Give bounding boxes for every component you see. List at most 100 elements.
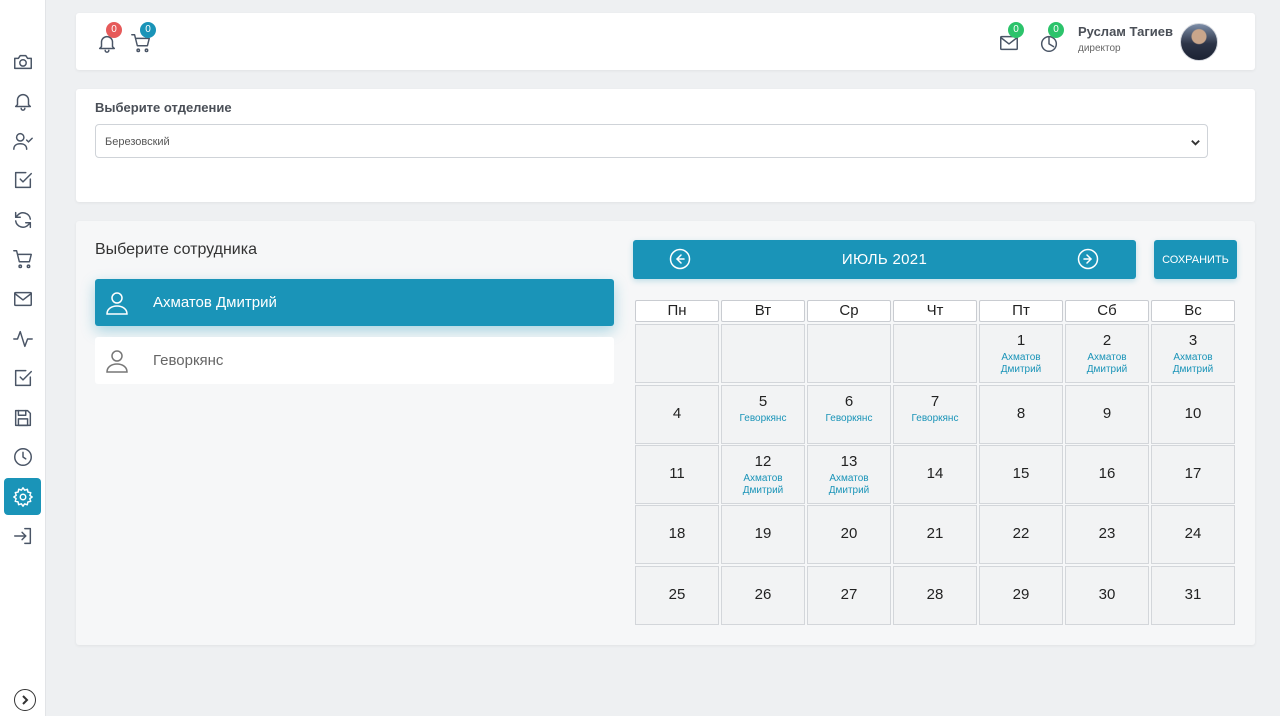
arrow-right-circle-icon [1077,248,1099,270]
employee-item[interactable]: Ахматов Дмитрий [95,279,614,326]
employee-name: Геворкянс [153,352,224,369]
cart-button[interactable]: 0 [130,22,156,54]
day-assignee: Геворкянс [739,413,787,424]
calendar-day-cell[interactable]: 17 [1151,445,1235,504]
sidebar-item-save[interactable] [4,399,41,436]
save-button[interactable]: СОХРАНИТЬ [1154,240,1237,279]
calendar-day-cell[interactable]: 1 Ахматов Дмитрий [979,324,1063,383]
day-number: 28 [926,586,944,603]
checkbox-icon [14,369,32,386]
sidebar-item-tasks[interactable] [4,161,41,198]
messages-button[interactable]: 0 [998,22,1024,54]
day-assignee: Геворкянс [825,413,873,424]
calendar-day-cell[interactable]: 27 [807,566,891,625]
avatar[interactable] [1180,23,1218,61]
day-number: 8 [1016,405,1026,422]
calendar-day-cell[interactable]: 6 Геворкянс [807,385,891,444]
sidebar-item-users[interactable] [4,122,41,159]
day-assignee: Ахматов Дмитрий [828,473,870,496]
chevron-right-icon [22,695,29,705]
user-role: директор [1078,43,1121,54]
employee-section-title: Выберите сотрудника [95,241,257,258]
calendar-day-cell[interactable]: 8 [979,385,1063,444]
calendar-day-cell[interactable]: 3 Ахматов Дмитрий [1151,324,1235,383]
calendar-day-cell[interactable]: 16 [1065,445,1149,504]
checkbox-icon [14,171,32,188]
day-number: 21 [926,525,944,542]
calendar-day-cell[interactable]: 28 [893,566,977,625]
cart-icon [12,249,32,268]
sidebar-item-settings[interactable] [4,478,41,515]
calendar-day-cell[interactable]: 22 [979,505,1063,564]
sidebar-item-history[interactable] [4,438,41,475]
day-number: 31 [1184,586,1202,603]
calendar-day-cell[interactable]: 29 [979,566,1063,625]
notifications-button[interactable]: 0 [96,22,122,54]
calendar-day-cell[interactable]: 26 [721,566,805,625]
calendar-day-cell[interactable]: 23 [1065,505,1149,564]
clock-icon [13,447,32,466]
day-number: 6 [844,393,854,410]
day-number: 30 [1098,586,1116,603]
timer-button[interactable]: 0 [1038,22,1064,54]
sidebar-item-checklist[interactable] [4,359,41,396]
calendar-day-cell[interactable]: 14 [893,445,977,504]
day-number: 1 [1016,332,1026,349]
day-number: 23 [1098,525,1116,542]
refresh-icon [14,211,31,228]
save-icon [14,409,31,426]
calendar-day-cell[interactable]: 25 [635,566,719,625]
day-number: 10 [1184,405,1202,422]
calendar-day-cell[interactable]: 15 [979,445,1063,504]
day-assignee: Ахматов Дмитрий [1000,352,1042,375]
department-select[interactable]: Березовский [95,124,1208,158]
weekday-header: Сб [1065,300,1149,322]
calendar-day-cell[interactable]: 21 [893,505,977,564]
calendar-day-cell[interactable]: 12 Ахматов Дмитрий [721,445,805,504]
timer-badge: 0 [1048,22,1064,38]
calendar-day-cell[interactable]: 24 [1151,505,1235,564]
calendar-day-cell[interactable]: 30 [1065,566,1149,625]
day-number: 12 [754,453,772,470]
sidebar-item-logout[interactable] [4,517,41,554]
sidebar-item-sync[interactable] [4,201,41,238]
messages-badge: 0 [1008,22,1024,38]
calendar-day-cell[interactable]: 7 Геворкянс [893,385,977,444]
calendar-day-cell[interactable]: 9 [1065,385,1149,444]
day-number: 16 [1098,465,1116,482]
sidebar-item-mail[interactable] [4,280,41,317]
calendar-day-cell[interactable]: 18 [635,505,719,564]
mail-icon [13,291,32,306]
calendar-day-cell[interactable]: 5 Геворкянс [721,385,805,444]
day-assignee: Ахматов Дмитрий [742,473,784,496]
department-selected-value: Березовский [105,136,170,148]
day-number: 7 [930,393,940,410]
calendar-day-cell[interactable]: 11 [635,445,719,504]
sidebar-item-camera[interactable] [4,43,41,80]
day-number: 27 [840,586,858,603]
sidebar-expand-button[interactable] [14,689,36,711]
chevron-down-icon [1191,140,1200,146]
sidebar-item-cart[interactable] [4,240,41,277]
gear-icon [12,486,33,507]
calendar-day-cell[interactable]: 19 [721,505,805,564]
employee-item[interactable]: Геворкянс [95,337,614,384]
calendar-day-cell[interactable]: 10 [1151,385,1235,444]
day-number: 15 [1012,465,1030,482]
sidebar-item-notifications[interactable] [4,82,41,119]
department-label: Выберите отделение [95,100,232,115]
next-month-button[interactable] [1077,248,1099,270]
month-navigation: ИЮЛЬ 2021 [633,240,1136,279]
user-icon [103,347,131,375]
sidebar-item-activity[interactable] [4,320,41,357]
user-name[interactable]: Руслам Тагиев [1078,24,1173,39]
calendar-day-cell[interactable]: 20 [807,505,891,564]
day-number: 4 [672,405,682,422]
calendar-day-cell[interactable]: 31 [1151,566,1235,625]
calendar-day-cell[interactable]: 2 Ахматов Дмитрий [1065,324,1149,383]
day-number: 3 [1188,332,1198,349]
calendar-day-cell[interactable]: 13 Ахматов Дмитрий [807,445,891,504]
day-number: 26 [754,586,772,603]
calendar-day-cell[interactable]: 4 [635,385,719,444]
user-icon [103,289,131,317]
